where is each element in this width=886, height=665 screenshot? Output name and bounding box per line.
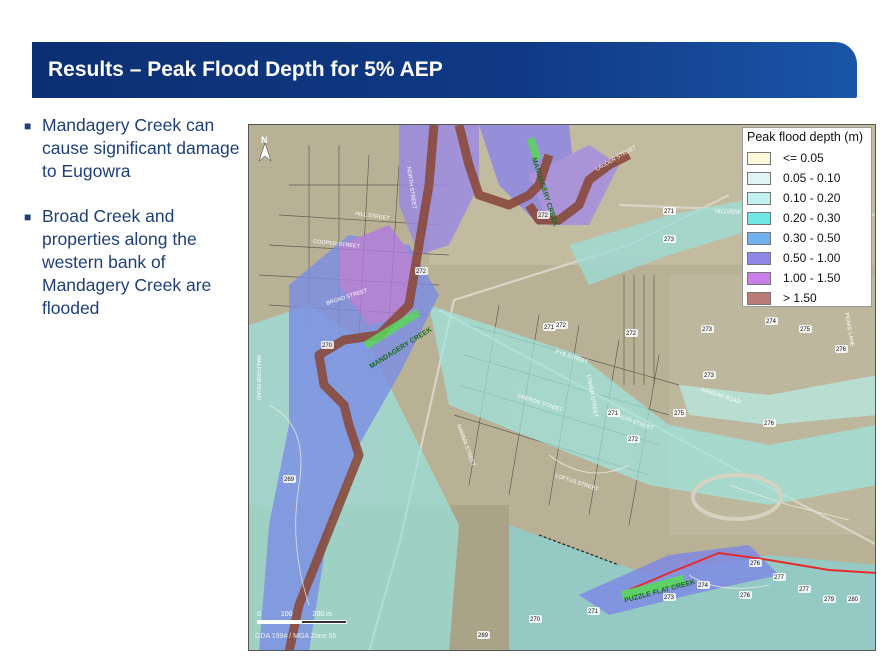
contour-label: 271 [588, 609, 599, 615]
scale-bar-graphic [257, 620, 347, 624]
contour-label: 273 [664, 595, 675, 601]
scale-label: 200 m [312, 611, 332, 618]
contour-label: 280 [848, 597, 859, 603]
contour-label: 273 [704, 373, 715, 379]
legend-label: 0.30 - 0.50 [783, 231, 841, 245]
legend-item: <= 0.05 [743, 148, 871, 168]
legend-item: 0.10 - 0.20 [743, 188, 871, 208]
contour-label: 273 [664, 237, 675, 243]
legend-label: 1.00 - 1.50 [783, 271, 841, 285]
bullet-item: ■ Broad Creek and properties along the w… [20, 205, 240, 320]
legend-swatch [747, 271, 771, 285]
contour-label: 269 [478, 633, 489, 639]
contour-label: 277 [774, 575, 785, 581]
bullet-square-icon: ■ [24, 210, 32, 224]
street-label: WALFORD ROAD [255, 355, 261, 400]
contour-label: 273 [702, 327, 713, 333]
legend-swatch [747, 151, 771, 165]
contour-label: 276 [764, 421, 775, 427]
scale-bar: 0 100 200 m [257, 611, 347, 624]
legend-label: <= 0.05 [783, 151, 824, 165]
legend-item: > 1.50 [743, 288, 871, 308]
contour-label: 272 [538, 213, 549, 219]
legend-swatch [747, 171, 771, 185]
legend-swatch [747, 231, 771, 245]
legend-swatch [747, 251, 771, 265]
contour-label: 275 [674, 411, 685, 417]
legend-title: Peak flood depth (m) [747, 130, 864, 144]
legend-label: 0.50 - 1.00 [783, 251, 841, 265]
contour-label: 270 [322, 343, 333, 349]
bullet-list: ■ Mandagery Creek can cause significant … [20, 114, 240, 342]
contour-label: 271 [608, 411, 619, 417]
legend-label: 0.20 - 0.30 [783, 211, 841, 225]
map-legend: Peak flood depth (m) <= 0.05 0.05 - 0.10 0… [742, 127, 872, 307]
flood-depth-map: MANDAGERY CREEK MANDAGERY CREEK PUZZLE F… [248, 124, 876, 651]
slide-title-bar: Results – Peak Flood Depth for 5% AEP [32, 42, 857, 98]
legend-swatch [747, 291, 771, 305]
contour-label: 275 [800, 327, 811, 333]
legend-label: 0.05 - 0.10 [783, 171, 841, 185]
legend-item: 0.20 - 0.30 [743, 208, 871, 228]
legend-item: 0.05 - 0.10 [743, 168, 871, 188]
contour-label: 272 [626, 331, 637, 337]
contour-label: 271 [664, 209, 675, 215]
contour-label: 276 [740, 593, 751, 599]
legend-item: 0.30 - 0.50 [743, 228, 871, 248]
legend-item: 1.00 - 1.50 [743, 268, 871, 288]
projection-label: GDA 1994 / MGA Zone 55 [255, 633, 337, 640]
contour-label: 270 [530, 617, 541, 623]
contour-label: 271 [544, 325, 555, 331]
north-arrow-icon: N [257, 135, 273, 165]
legend-label: 0.10 - 0.20 [783, 191, 841, 205]
bullet-text: Mandagery Creek can cause significant da… [42, 115, 240, 181]
contour-label: 274 [766, 319, 777, 325]
scale-label: 100 [280, 611, 293, 618]
contour-label: 277 [799, 587, 810, 593]
contour-label: 279 [824, 597, 835, 603]
bullet-item: ■ Mandagery Creek can cause significant … [20, 114, 240, 183]
contour-label: 269 [284, 477, 295, 483]
scale-label: 0 [257, 611, 261, 618]
slide-title: Results – Peak Flood Depth for 5% AEP [48, 58, 443, 81]
legend-label: > 1.50 [783, 291, 817, 305]
contour-label: 272 [628, 437, 639, 443]
bullet-square-icon: ■ [24, 119, 32, 133]
legend-item: 0.50 - 1.00 [743, 248, 871, 268]
legend-swatch [747, 211, 771, 225]
contour-label: 276 [750, 561, 761, 567]
contour-label: 274 [698, 583, 709, 589]
legend-swatch [747, 191, 771, 205]
contour-label: 272 [556, 323, 567, 329]
bullet-text: Broad Creek and properties along the wes… [42, 206, 212, 318]
contour-label: 276 [836, 347, 847, 353]
contour-label: 272 [416, 269, 427, 275]
